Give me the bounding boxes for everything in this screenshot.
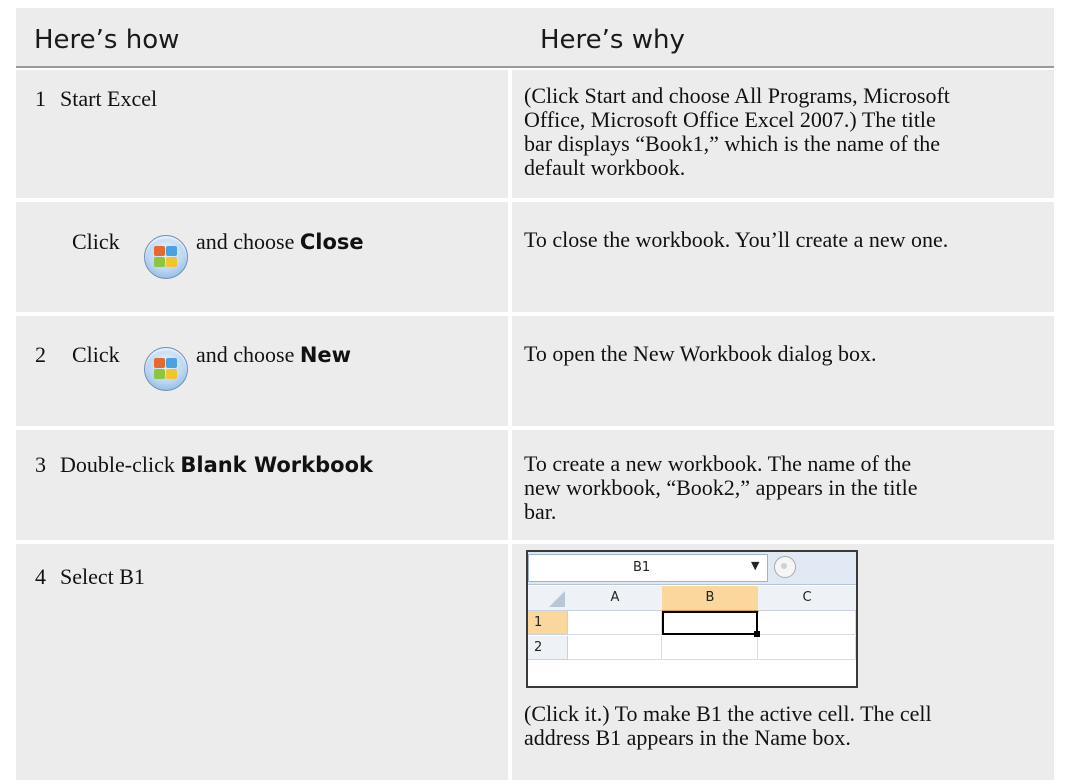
step-action-suffix: and choose Close [196, 229, 364, 254]
office-button-icon [144, 347, 188, 391]
select-all-corner [528, 586, 569, 611]
step-explanation: (Click it.) To make B1 the active cell. … [524, 701, 932, 750]
step-explanation: To create a new workbook. The name of th… [524, 451, 918, 524]
formula-bar: B1 ▼ [528, 552, 856, 585]
cell-a1 [568, 611, 662, 635]
active-cell-border [662, 611, 758, 635]
step-table: Here’s how Here’s why 1 Start Excel (Cli… [0, 0, 1068, 780]
step-row: Click and choose Close To close the work… [16, 202, 1054, 312]
step-number: 1 [35, 86, 46, 111]
step-action: Start Excel [60, 86, 158, 111]
step-action-suffix: and choose New [196, 342, 352, 367]
step-row: 4 Select B1 B1 ▼ A B C 1 2 (Click it.) T… [16, 544, 1054, 780]
cell-c1 [758, 611, 856, 635]
step-number: 3 [35, 452, 46, 477]
step-command: Blank Workbook [180, 453, 373, 477]
step-action-prefix: Click [72, 229, 120, 254]
column-header-b: B [662, 586, 759, 612]
step-action-prefix: Click [72, 342, 120, 367]
fill-handle [754, 631, 760, 637]
table-header: Here’s how Here’s why [16, 8, 1054, 68]
column-header-c: C [758, 586, 856, 611]
name-box: B1 ▼ [528, 554, 768, 582]
header-how: Here’s how [34, 25, 180, 55]
excel-name-box-screenshot: B1 ▼ A B C 1 2 [526, 550, 858, 688]
step-row: 3 Double-click Blank Workbook To create … [16, 430, 1054, 540]
dropdown-arrow-icon: ▼ [751, 559, 760, 572]
step-command: New [299, 343, 352, 367]
step-number: 4 [35, 564, 46, 589]
step-explanation: To close the workbook. You’ll create a n… [524, 227, 949, 252]
step-command: Close [299, 230, 364, 254]
column-header-a: A [568, 586, 663, 611]
cell-a2 [568, 636, 662, 660]
row-header-1: 1 [528, 611, 568, 635]
step-action: Double-click Blank Workbook [60, 452, 373, 477]
step-explanation: To open the New Workbook dialog box. [524, 341, 877, 366]
step-number: 2 [35, 342, 46, 367]
header-why: Here’s why [540, 25, 685, 55]
office-button-icon [144, 235, 188, 279]
row-header-2: 2 [528, 636, 568, 660]
formula-button-icon [774, 556, 796, 578]
cell-b2 [662, 636, 758, 660]
step-explanation: (Click Start and choose All Programs, Mi… [524, 83, 950, 180]
step-row: 2 Click and choose New To open the New W… [16, 316, 1054, 426]
step-action: Select B1 [60, 564, 145, 589]
step-row: 1 Start Excel (Click Start and choose Al… [16, 70, 1054, 198]
cell-c2 [758, 636, 856, 660]
